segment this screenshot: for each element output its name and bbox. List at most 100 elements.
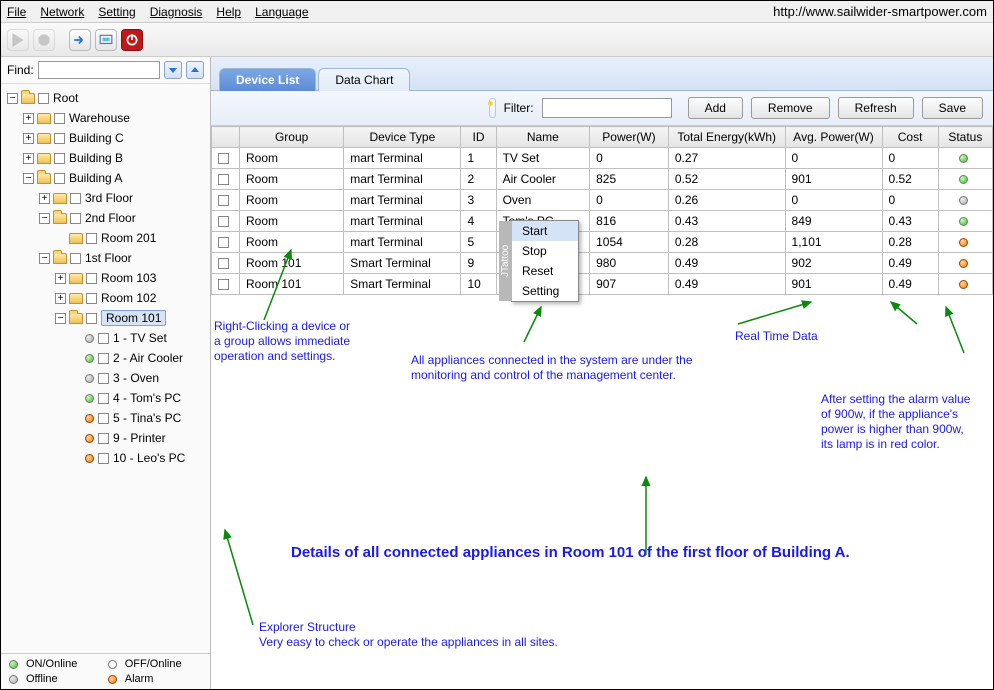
- filter-label: Filter:: [504, 101, 534, 115]
- table-row[interactable]: Room 101Smart Terminal9Printer9800.49902…: [212, 253, 993, 274]
- cell-cost: 0: [882, 190, 938, 211]
- cell-avg: 1,101: [785, 232, 882, 253]
- tree-device[interactable]: 10 - Leo's PC: [113, 451, 185, 465]
- status-lamp-icon: [959, 280, 968, 289]
- expand-icon[interactable]: −: [23, 173, 34, 184]
- cell-type: mart Terminal: [344, 232, 461, 253]
- tree-floor1[interactable]: 1st Floor: [85, 251, 132, 265]
- table-row[interactable]: Room 101Smart Terminal10Leo's PC9070.499…: [212, 274, 993, 295]
- tree-warehouse[interactable]: Warehouse: [69, 111, 130, 125]
- lamp-icon: [85, 414, 94, 423]
- expand-icon[interactable]: +: [23, 133, 34, 144]
- filter-input[interactable]: [542, 98, 672, 118]
- cell-type: Smart Terminal: [344, 274, 461, 295]
- find-input[interactable]: [38, 61, 160, 79]
- column-picker-button[interactable]: [489, 98, 496, 118]
- add-button[interactable]: Add: [688, 97, 743, 119]
- expand-icon[interactable]: −: [7, 93, 18, 104]
- tab-data-chart[interactable]: Data Chart: [318, 68, 410, 91]
- row-checkbox[interactable]: [218, 258, 229, 269]
- expand-icon[interactable]: +: [23, 153, 34, 164]
- ctx-reset[interactable]: Reset: [512, 261, 578, 281]
- tree-device[interactable]: 3 - Oven: [113, 371, 159, 385]
- row-checkbox[interactable]: [218, 216, 229, 227]
- status-lamp-icon: [959, 154, 968, 163]
- cell-group: Room: [240, 148, 344, 169]
- menu-network[interactable]: Network: [40, 5, 84, 19]
- annot-alarm: After setting the alarm value of 900w, i…: [821, 392, 970, 452]
- cell-id: 2: [461, 169, 496, 190]
- annot-details: Details of all connected appliances in R…: [291, 545, 850, 560]
- cell-total: 0.43: [668, 211, 785, 232]
- menu-diagnosis[interactable]: Diagnosis: [150, 5, 203, 19]
- monitor-button[interactable]: [95, 29, 117, 51]
- cell-type: mart Terminal: [344, 169, 461, 190]
- table-row[interactable]: Roommart Terminal5Tina's PC10540.281,101…: [212, 232, 993, 253]
- menu-setting[interactable]: Setting: [98, 5, 135, 19]
- tree-device[interactable]: 9 - Printer: [113, 431, 166, 445]
- tree-room101[interactable]: Room 101: [101, 310, 166, 326]
- cell-avg: 901: [785, 274, 882, 295]
- tree-room201[interactable]: Room 201: [101, 231, 156, 245]
- tree-buildingC[interactable]: Building C: [69, 131, 124, 145]
- power-button[interactable]: [121, 29, 143, 51]
- table-row[interactable]: Roommart Terminal1TV Set00.2700: [212, 148, 993, 169]
- tree-view[interactable]: − Root + Warehouse + Building C + Building B…: [1, 84, 210, 653]
- tree-floor3[interactable]: 3rd Floor: [85, 191, 133, 205]
- annot-appliances: All appliances connected in the system a…: [411, 353, 693, 383]
- ctx-start[interactable]: Start: [512, 221, 578, 241]
- menu-help[interactable]: Help: [216, 5, 241, 19]
- tree-buildingB[interactable]: Building B: [69, 151, 123, 165]
- folder-icon: [37, 113, 51, 124]
- row-checkbox[interactable]: [218, 195, 229, 206]
- context-menu-strip: JTattoo: [499, 221, 512, 301]
- tree-root[interactable]: Root: [53, 91, 78, 105]
- tree-device[interactable]: 4 - Tom's PC: [113, 391, 181, 405]
- cell-id: 4: [461, 211, 496, 232]
- folder-icon: [37, 153, 51, 164]
- send-button[interactable]: [69, 29, 91, 51]
- cell-type: mart Terminal: [344, 190, 461, 211]
- row-checkbox[interactable]: [218, 153, 229, 164]
- stop-button[interactable]: [33, 29, 55, 51]
- ctx-stop[interactable]: Stop: [512, 241, 578, 261]
- lamp-icon: [9, 675, 18, 684]
- table-row[interactable]: Roommart Terminal4Tom's PC8160.438490.43: [212, 211, 993, 232]
- table-row[interactable]: Roommart Terminal2Air Cooler8250.529010.…: [212, 169, 993, 190]
- row-checkbox[interactable]: [218, 279, 229, 290]
- filter-bar: Filter: Add Remove Refresh Save: [211, 91, 993, 126]
- tree-room102[interactable]: Room 102: [101, 291, 156, 305]
- tree-buildingA[interactable]: Building A: [69, 171, 122, 185]
- lamp-icon: [85, 394, 94, 403]
- header-url: http://www.sailwider-smartpower.com: [773, 4, 987, 19]
- tree-device[interactable]: 2 - Air Cooler: [113, 351, 183, 365]
- cell-power: 825: [590, 169, 669, 190]
- tree-floor2[interactable]: 2nd Floor: [85, 211, 136, 225]
- tree-device[interactable]: 1 - TV Set: [113, 331, 167, 345]
- menubar: File Network Setting Diagnosis Help Lang…: [1, 1, 993, 23]
- expand-icon[interactable]: +: [23, 113, 34, 124]
- cell-id: 5: [461, 232, 496, 253]
- find-up-button[interactable]: [186, 61, 204, 79]
- row-checkbox[interactable]: [218, 174, 229, 185]
- save-button[interactable]: Save: [922, 97, 983, 119]
- device-table[interactable]: Group Device Type ID Name Power(W) Total…: [211, 126, 993, 295]
- menu-language[interactable]: Language: [255, 5, 308, 19]
- menu-file[interactable]: File: [7, 5, 26, 19]
- find-down-button[interactable]: [164, 61, 182, 79]
- lamp-icon: [108, 675, 117, 684]
- tree-room103[interactable]: Room 103: [101, 271, 156, 285]
- play-button[interactable]: [7, 29, 29, 51]
- tab-device-list[interactable]: Device List: [219, 68, 316, 91]
- ctx-setting[interactable]: Setting: [512, 281, 578, 301]
- remove-button[interactable]: Remove: [751, 97, 830, 119]
- table-row[interactable]: Roommart Terminal3Oven00.2600: [212, 190, 993, 211]
- tabs: Device List Data Chart: [211, 57, 993, 91]
- refresh-button[interactable]: Refresh: [838, 97, 914, 119]
- row-checkbox[interactable]: [218, 237, 229, 248]
- cell-type: mart Terminal: [344, 211, 461, 232]
- tree-device[interactable]: 5 - Tina's PC: [113, 411, 181, 425]
- checkbox[interactable]: [38, 93, 49, 104]
- cell-total: 0.27: [668, 148, 785, 169]
- folder-icon: [21, 93, 35, 104]
